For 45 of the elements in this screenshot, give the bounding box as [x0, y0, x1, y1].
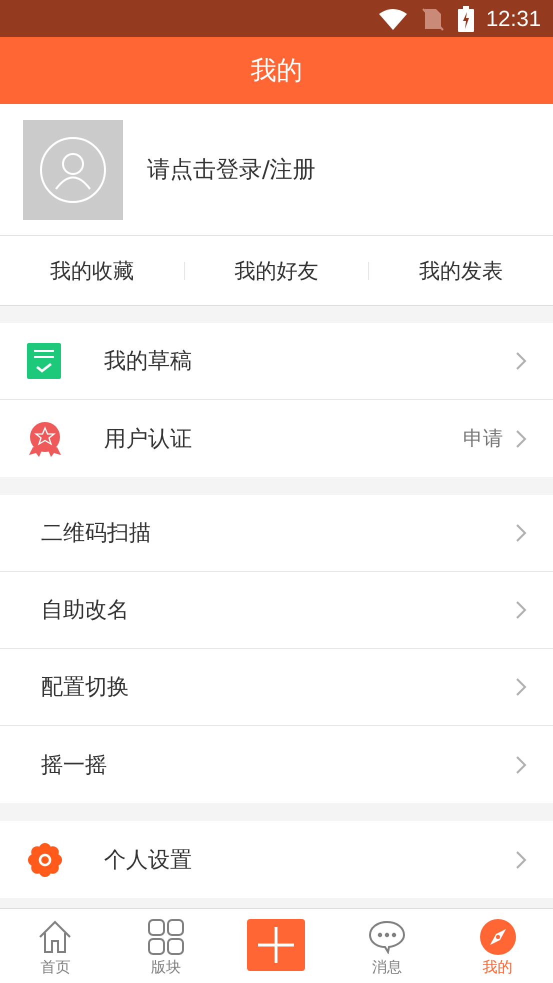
- user-icon: [39, 136, 107, 204]
- clock: 12:31: [486, 6, 541, 32]
- chevron-right-icon: [515, 850, 527, 870]
- row-label: 二维码扫描: [41, 520, 151, 548]
- checklist-icon: [27, 343, 61, 379]
- row-label: 我的草稿: [104, 348, 192, 376]
- menu-row[interactable]: 个人设置: [0, 821, 553, 898]
- shortcut-link[interactable]: 我的好友: [234, 256, 318, 284]
- row-label: 摇一摇: [41, 752, 107, 780]
- row-label: 自助改名: [41, 597, 129, 625]
- chevron-right-icon: [515, 754, 527, 774]
- tab[interactable]: 首页: [38, 919, 72, 977]
- menu-row[interactable]: 用户认证 申请: [0, 400, 553, 477]
- plus-icon: [258, 927, 294, 963]
- tab[interactable]: 版块: [148, 919, 184, 977]
- chevron-right-icon: [515, 523, 527, 543]
- flower-gear-icon: [27, 842, 63, 878]
- menu-row[interactable]: 二维码扫描: [0, 495, 553, 572]
- tab[interactable]: 消息: [369, 919, 406, 977]
- battery-icon: [458, 6, 474, 32]
- login-link[interactable]: 请点击登录/注册: [147, 154, 316, 185]
- shortcut-link[interactable]: 我的收藏: [50, 256, 134, 284]
- menu-row[interactable]: 自助改名: [0, 572, 553, 649]
- menu-row[interactable]: 配置切换: [0, 649, 553, 726]
- menu-row[interactable]: 摇一摇: [0, 726, 553, 803]
- row-label: 配置切换: [41, 674, 129, 702]
- chevron-right-icon: [515, 600, 527, 620]
- no-sim-icon: [422, 6, 444, 30]
- avatar[interactable]: [23, 120, 123, 220]
- shortcut-link[interactable]: 我的发表: [419, 256, 504, 284]
- home-icon: [38, 920, 72, 954]
- menu-row[interactable]: 我的草稿: [0, 323, 553, 400]
- grid-icon: [148, 919, 184, 955]
- row-hint: 申请: [463, 425, 503, 452]
- chevron-right-icon: [515, 428, 527, 448]
- row-label: 个人设置: [104, 846, 192, 874]
- award-badge-icon: [27, 420, 63, 456]
- add-post-button[interactable]: [247, 919, 306, 971]
- row-label: 用户认证: [104, 426, 192, 454]
- wifi-icon: [378, 8, 408, 30]
- chevron-right-icon: [515, 351, 527, 371]
- page-title: 我的: [250, 55, 302, 88]
- compass-icon: [480, 919, 516, 955]
- chat-bubble-icon: [369, 920, 406, 954]
- chevron-right-icon: [515, 677, 527, 697]
